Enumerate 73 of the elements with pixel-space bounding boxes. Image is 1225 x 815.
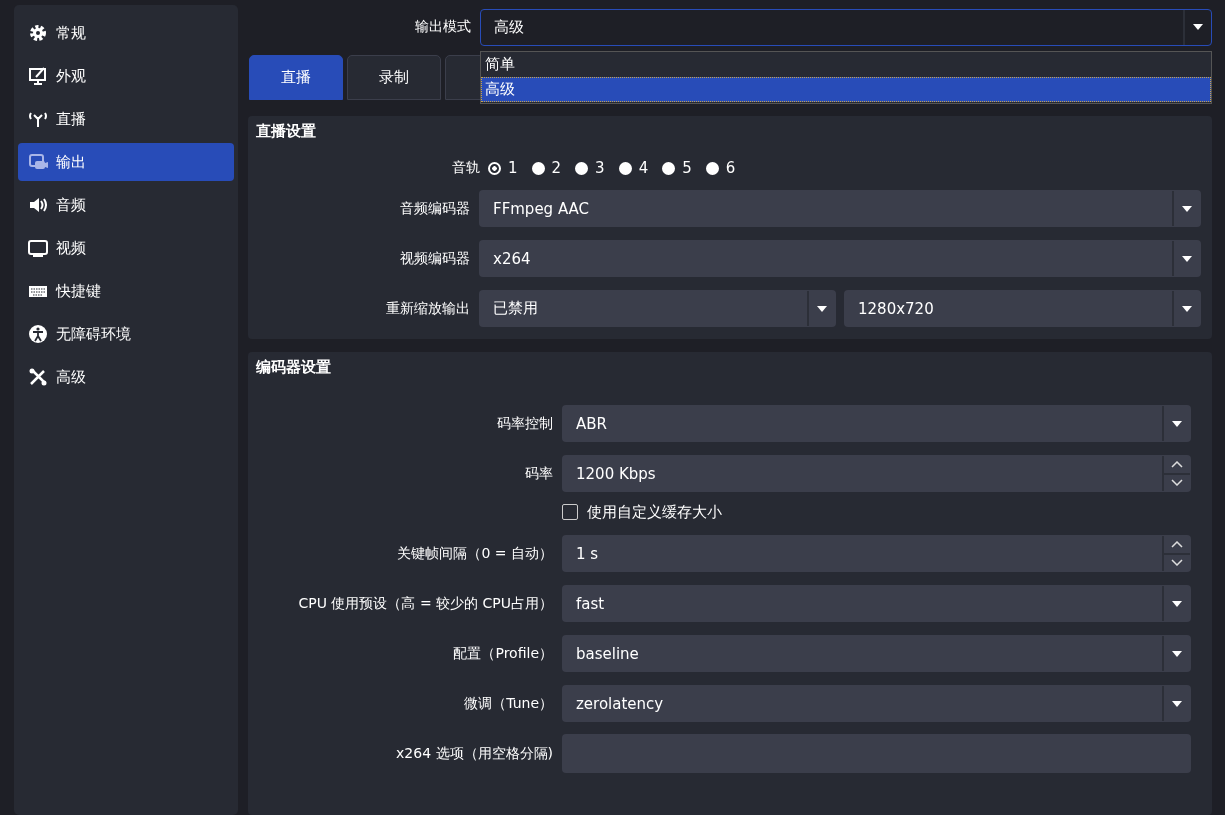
sidebar-item[interactable]: 音频 [18, 186, 234, 224]
tab[interactable]: 录制 [347, 55, 441, 100]
input-field[interactable] [562, 734, 1191, 773]
field-label: 视频编码器 [399, 249, 471, 268]
caret-down-icon [1172, 600, 1182, 607]
sidebar-item[interactable]: 输出 [18, 143, 234, 181]
accessibility-icon [28, 324, 48, 344]
sidebar-item[interactable]: 快捷键 [18, 272, 234, 310]
caret-down-icon [1172, 650, 1182, 657]
chevron-down-icon [1171, 559, 1183, 567]
dropdown[interactable]: 已禁用 [479, 290, 836, 327]
caret-down-icon [1172, 700, 1182, 707]
gear-icon [28, 23, 48, 43]
radio-button[interactable] [531, 161, 545, 175]
monitor-icon [28, 238, 48, 258]
dropdown[interactable]: baseline [562, 635, 1191, 672]
caret-down-icon [1193, 24, 1203, 30]
spin-box[interactable]: 1200 Kbps [562, 455, 1191, 492]
radio-label: 2 [551, 159, 562, 177]
output-mode-dropdown[interactable]: 高级 [480, 8, 1212, 46]
sidebar-item[interactable]: 直播 [18, 100, 234, 138]
field-label: 音频编码器 [399, 199, 471, 218]
radio-label: 1 [508, 159, 518, 177]
tools-icon [28, 367, 48, 387]
field-label: 微调（Tune） [463, 694, 554, 713]
field-label: x264 选项（用空格分隔) [395, 744, 554, 763]
radio-button[interactable] [618, 161, 632, 175]
group-title: 直播设置 [256, 122, 317, 142]
field-label: 配置（Profile） [452, 644, 554, 663]
radio-label: 5 [682, 159, 692, 177]
dropdown[interactable]: FFmpeg AAC [479, 190, 1201, 227]
field-label: 码率 [524, 464, 554, 483]
caret-down-icon [1172, 420, 1182, 427]
dropdown[interactable]: fast [562, 585, 1191, 622]
radio-label: 6 [725, 159, 736, 177]
checkbox-label: 使用自定义缓存大小 [587, 502, 722, 522]
field-label: 输出模式 [414, 18, 472, 36]
dropdown[interactable]: ABR [562, 405, 1191, 442]
field-label: CPU 使用预设（高 = 较少的 CPU占用） [297, 594, 554, 613]
field-label: 重新缩放输出 [385, 299, 471, 318]
speaker-icon [28, 195, 48, 215]
dropdown-option[interactable]: 简单 [481, 52, 1211, 77]
dropdown[interactable]: x264 [479, 240, 1201, 277]
sidebar-item[interactable]: 高级 [18, 358, 234, 396]
group-title: 编码器设置 [256, 358, 332, 378]
caret-down-icon [1182, 205, 1192, 212]
tab[interactable]: 直播 [249, 55, 343, 100]
caret-down-icon [1182, 305, 1192, 312]
sidebar-item[interactable]: 无障碍环境 [18, 315, 234, 353]
dropdown-option[interactable]: 高级 [481, 77, 1211, 102]
field-label: 码率控制 [496, 414, 554, 433]
caret-down-icon [1182, 255, 1192, 262]
chevron-down-icon [1171, 479, 1183, 487]
radio-label: 4 [638, 159, 649, 177]
monitor-brush-icon [28, 66, 48, 86]
chevron-up-icon [1171, 540, 1183, 548]
radio-button[interactable] [575, 161, 589, 175]
spin-box[interactable]: 1 s [562, 535, 1191, 572]
radio-button[interactable] [488, 161, 501, 175]
radio-label: 3 [595, 159, 605, 177]
chevron-up-icon [1171, 460, 1183, 468]
dropdown[interactable]: zerolatency [562, 685, 1191, 722]
dropdown[interactable]: 1280x720 [844, 290, 1201, 327]
sidebar-item[interactable]: 视频 [18, 229, 234, 267]
field-label: 音轨 [451, 159, 480, 177]
checkbox[interactable] [562, 504, 578, 520]
camera-icon [28, 152, 48, 172]
field-label: 关键帧间隔（0 = 自动） [396, 544, 554, 563]
sidebar-item[interactable]: 外观 [18, 57, 234, 95]
radio-button[interactable] [662, 161, 676, 175]
caret-down-icon [817, 305, 827, 312]
sidebar-item[interactable]: 常规 [18, 14, 234, 52]
radio-button[interactable] [705, 161, 719, 175]
